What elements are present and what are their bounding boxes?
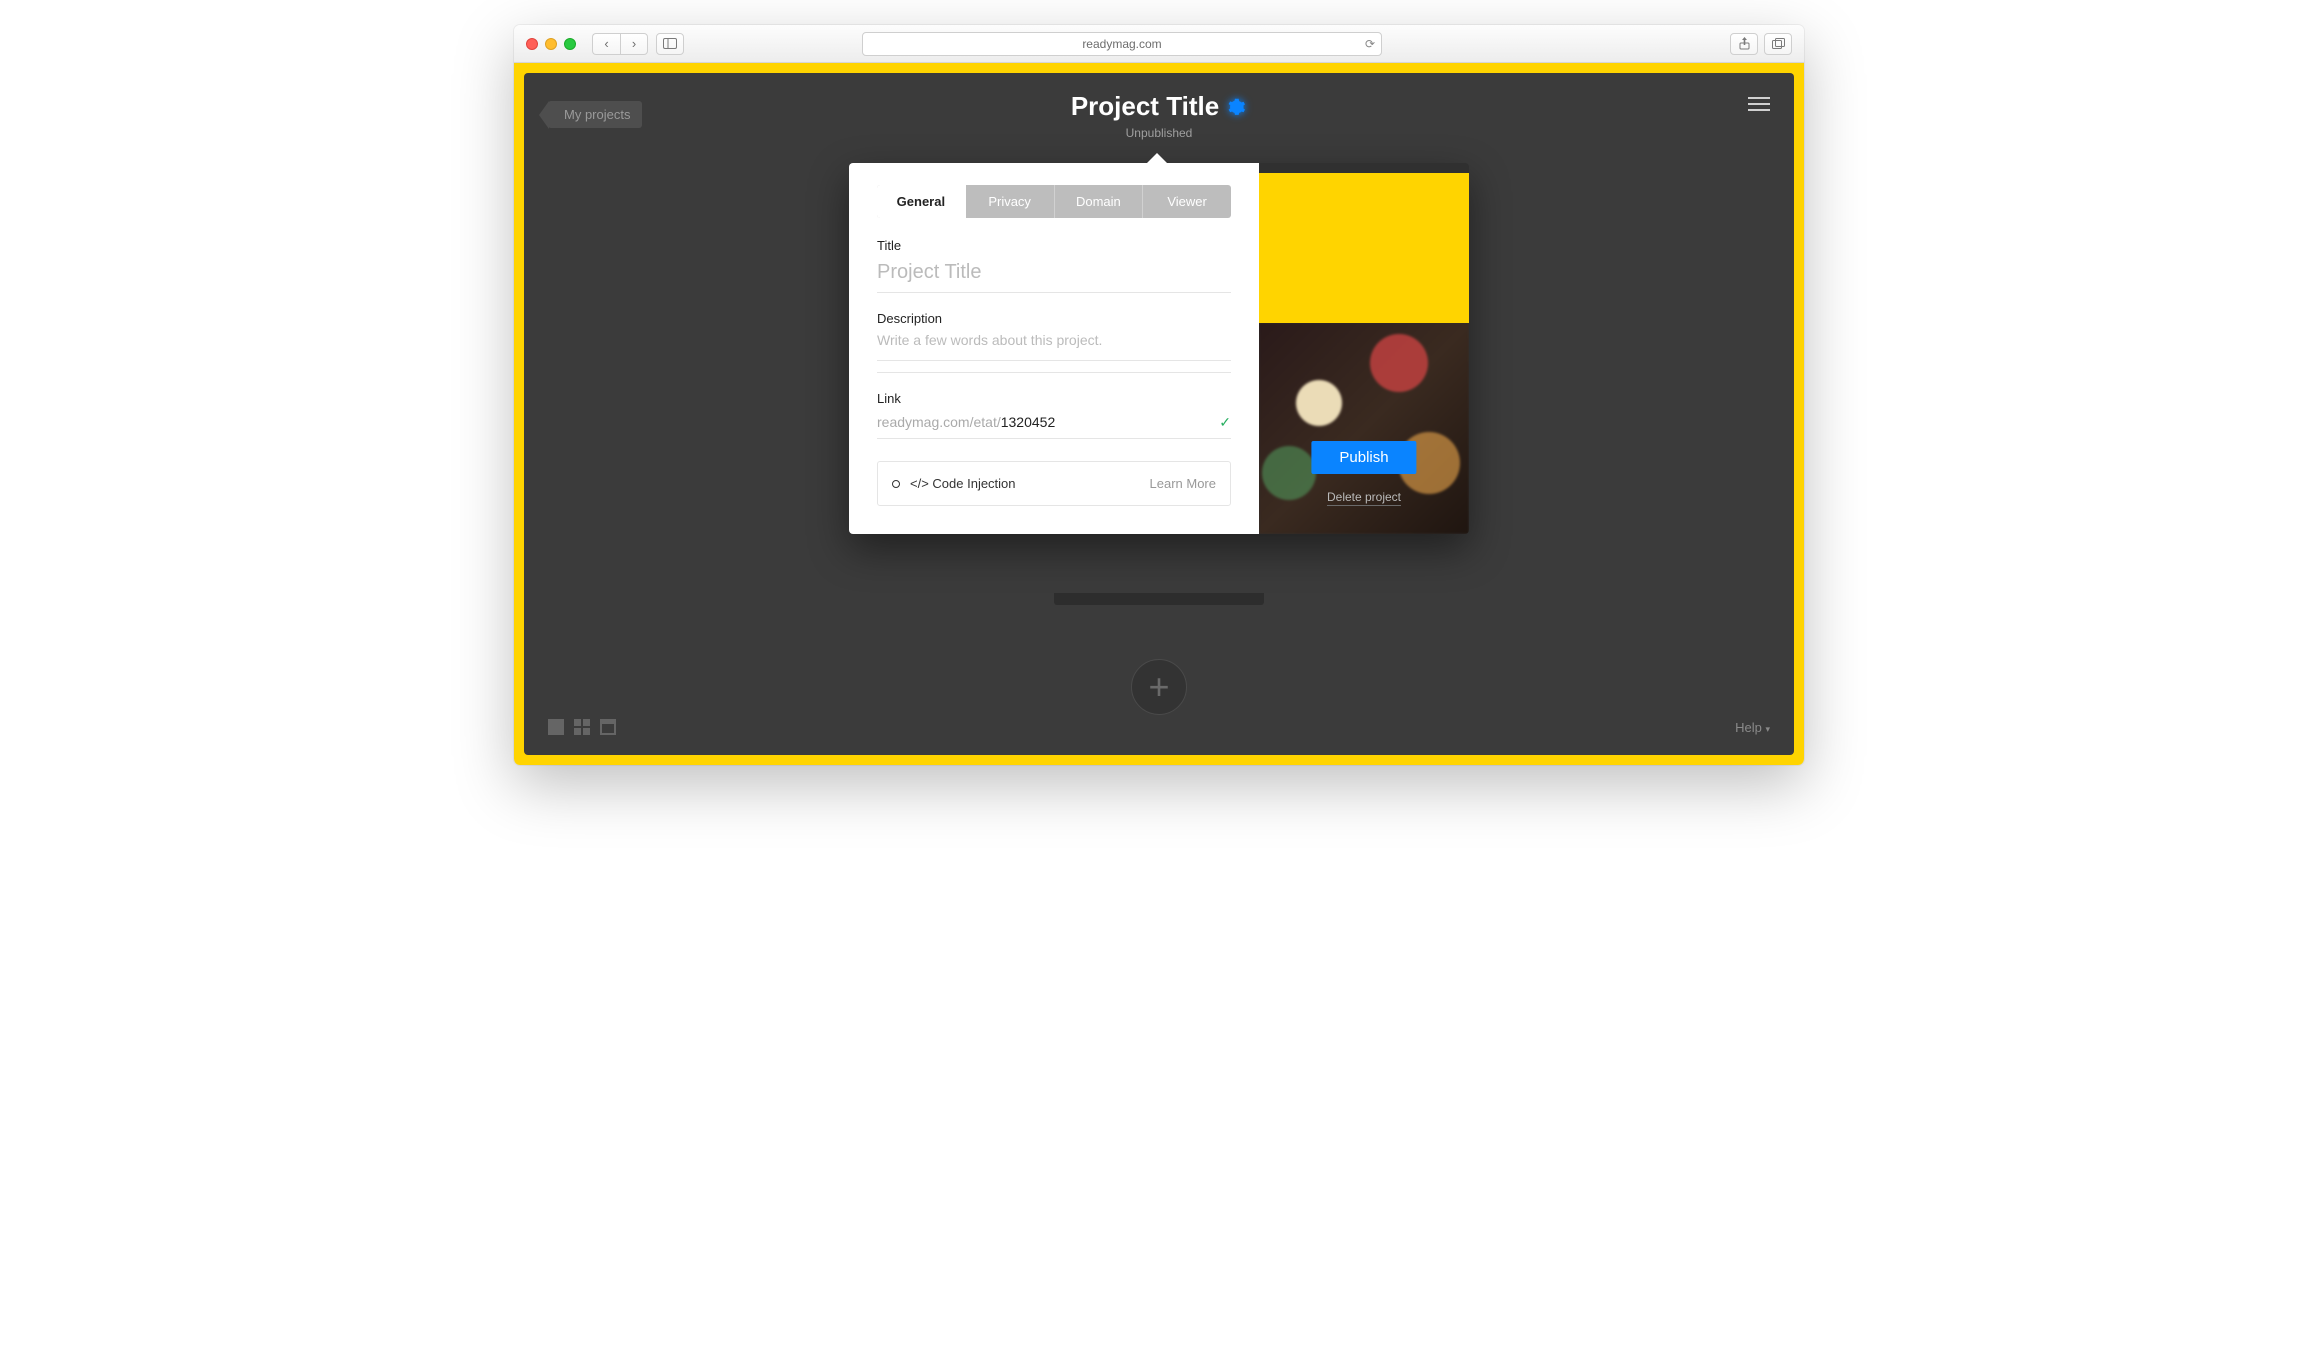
- publish-button[interactable]: Publish: [1311, 441, 1416, 474]
- description-field: Description: [877, 311, 1231, 373]
- title-input[interactable]: [877, 257, 1231, 293]
- sidebar-icon: [663, 38, 677, 49]
- tabs-icon: [1772, 38, 1785, 49]
- minimize-icon[interactable]: [545, 38, 557, 50]
- settings-panel: General Privacy Domain Viewer Title Desc…: [849, 163, 1259, 534]
- menu-button[interactable]: [1748, 97, 1770, 111]
- app-canvas: My projects Project Title Unpublished: [524, 73, 1794, 755]
- project-header: Project Title Unpublished: [1071, 91, 1247, 140]
- title-label: Title: [877, 238, 1231, 253]
- view-single-icon[interactable]: [548, 719, 564, 735]
- nav-back-forward: ‹ ›: [592, 33, 648, 55]
- browser-toolbar: ‹ › readymag.com ⟳: [514, 25, 1804, 63]
- tabs-button[interactable]: [1764, 33, 1792, 55]
- link-label: Link: [877, 391, 1231, 406]
- tab-privacy[interactable]: Privacy: [966, 185, 1055, 218]
- description-input[interactable]: [877, 330, 1231, 361]
- link-value: 1320452: [1001, 414, 1056, 430]
- check-icon: ✓: [1219, 414, 1231, 431]
- settings-button[interactable]: [1227, 97, 1247, 117]
- nav-forward-button[interactable]: ›: [620, 33, 648, 55]
- publish-label: Publish: [1339, 449, 1388, 466]
- description-label: Description: [877, 311, 1231, 326]
- project-status: Unpublished: [1071, 126, 1247, 140]
- add-page-button[interactable]: +: [1131, 659, 1187, 715]
- title-field: Title: [877, 238, 1231, 293]
- window-controls: [526, 38, 576, 50]
- code-learn-more-link[interactable]: Learn More: [1150, 476, 1216, 491]
- sidebar-toggle-button[interactable]: [656, 33, 684, 55]
- project-title: Project Title: [1071, 91, 1219, 122]
- share-button[interactable]: [1730, 33, 1758, 55]
- gear-icon: [1228, 98, 1246, 116]
- code-injection-label: </> Code Injection: [910, 476, 1016, 491]
- close-icon[interactable]: [526, 38, 538, 50]
- app-frame: My projects Project Title Unpublished: [514, 63, 1804, 765]
- delete-project-link[interactable]: Delete project: [1327, 490, 1401, 506]
- hamburger-icon: [1748, 97, 1770, 99]
- link-field: Link readymag.com/etat/ 1320452 ✓: [877, 391, 1231, 439]
- help-menu[interactable]: Help: [1735, 720, 1770, 735]
- view-mode-switcher: [548, 719, 616, 735]
- url-bar[interactable]: readymag.com ⟳: [862, 32, 1382, 56]
- plus-icon: +: [1148, 666, 1169, 708]
- link-prefix: readymag.com/etat/: [877, 414, 1001, 430]
- browser-window: ‹ › readymag.com ⟳ +: [514, 25, 1804, 765]
- settings-tabs: General Privacy Domain Viewer: [877, 185, 1231, 218]
- maximize-icon[interactable]: [564, 38, 576, 50]
- back-to-projects-button[interactable]: My projects: [548, 101, 642, 128]
- tab-general[interactable]: General: [877, 185, 966, 218]
- code-toggle-icon: [892, 480, 900, 488]
- reload-icon[interactable]: ⟳: [1365, 37, 1375, 51]
- page-stack-shadow: [1054, 593, 1264, 605]
- help-label: Help: [1735, 720, 1762, 735]
- nav-back-button[interactable]: ‹: [592, 33, 620, 55]
- preview-highlight: [1259, 173, 1469, 323]
- tab-domain[interactable]: Domain: [1055, 185, 1144, 218]
- tab-viewer[interactable]: Viewer: [1143, 185, 1231, 218]
- delete-label: Delete project: [1327, 490, 1401, 504]
- view-stack-icon[interactable]: [600, 719, 616, 735]
- url-text: readymag.com: [1082, 37, 1161, 51]
- back-label: My projects: [564, 107, 630, 122]
- settings-popover: General Privacy Domain Viewer Title Desc…: [849, 163, 1469, 534]
- view-grid-icon[interactable]: [574, 719, 590, 735]
- preview-panel: Publish Delete project: [1259, 163, 1469, 534]
- code-injection-row[interactable]: </> Code Injection Learn More: [877, 461, 1231, 506]
- share-icon: [1739, 37, 1750, 50]
- link-input[interactable]: readymag.com/etat/ 1320452 ✓: [877, 410, 1231, 439]
